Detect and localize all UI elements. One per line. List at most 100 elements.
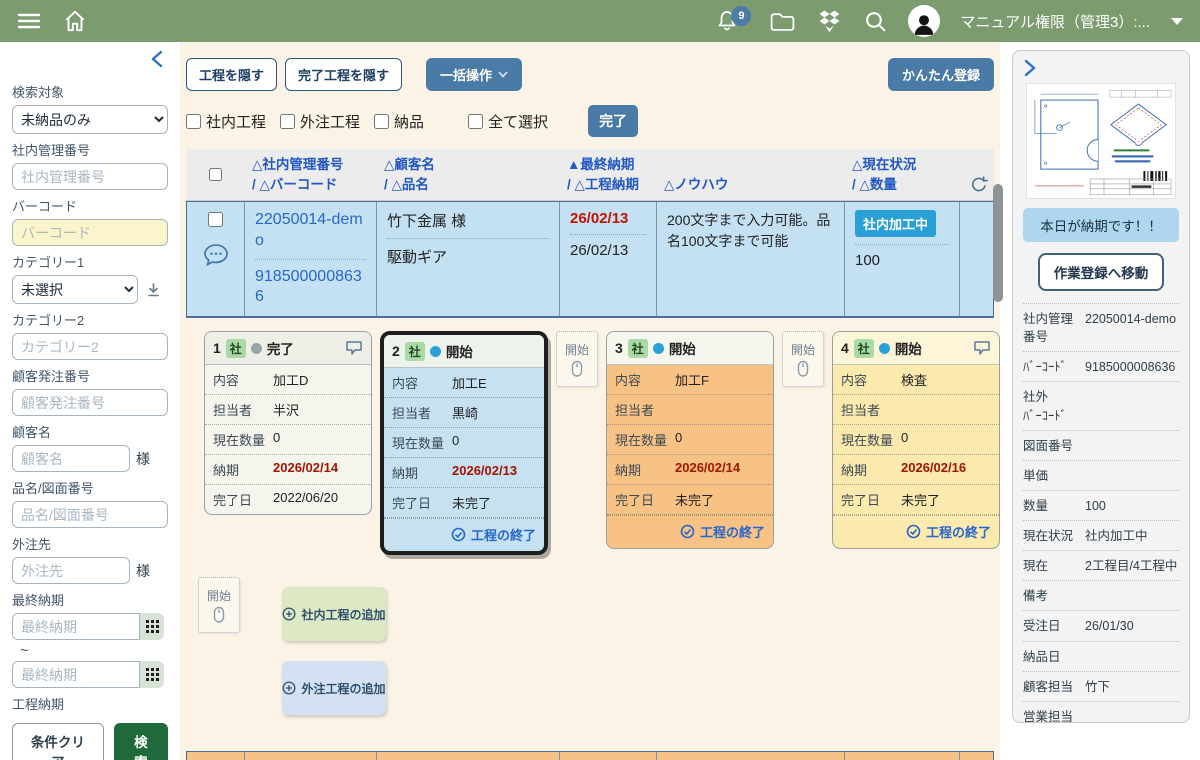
header-customer[interactable]: △顧客名 / △品名 bbox=[376, 154, 559, 194]
barcode-input[interactable] bbox=[12, 219, 168, 246]
folder-icon[interactable] bbox=[769, 9, 796, 33]
process-card-4[interactable]: 4 社 開始 内容検査 担当者 現在数量0 納期2026/02/16 完了 bbox=[832, 331, 1000, 549]
header-due[interactable]: ▲最終納期 / △工程納期 bbox=[559, 154, 656, 194]
select-all-label: 全て選択 bbox=[488, 111, 548, 132]
user-menu-caret-icon[interactable] bbox=[1170, 16, 1184, 26]
sort-final-due[interactable]: ▲最終納期 bbox=[567, 157, 648, 174]
start-drop-zone[interactable]: 開始 bbox=[198, 577, 240, 633]
detail-row: 図面番号 bbox=[1023, 431, 1179, 461]
final-due-to-input[interactable] bbox=[12, 661, 140, 688]
customer-name: 竹下金属 様 bbox=[387, 210, 549, 231]
panel-collapse-icon[interactable] bbox=[1023, 59, 1179, 77]
process-card-1[interactable]: 1 社 完了 内容加工D 担当者半沢 現在数量0 納期2026/02/14 bbox=[204, 331, 372, 515]
status-dot-icon bbox=[251, 343, 262, 354]
vertical-scrollbar-thumb[interactable] bbox=[993, 184, 1003, 302]
category2-input[interactable] bbox=[12, 333, 168, 360]
table-row[interactable]: 22050014-demo 9185000008636 竹下金属 様 駆動ギア … bbox=[186, 201, 994, 318]
checkbox-delivery[interactable]: 納品 bbox=[374, 111, 424, 132]
search-target-select[interactable]: 未納品のみ bbox=[12, 105, 168, 134]
item-name-input[interactable] bbox=[12, 501, 168, 528]
row-checkbox[interactable] bbox=[208, 212, 223, 227]
calendar-picker-button[interactable] bbox=[140, 661, 164, 688]
comment-bubble-icon[interactable] bbox=[973, 340, 991, 356]
due-label: 納期 bbox=[615, 460, 675, 479]
sort-customer[interactable]: △顧客名 bbox=[384, 157, 551, 174]
vendor-input[interactable] bbox=[12, 557, 130, 584]
notifications-bell-icon[interactable]: 9 bbox=[715, 9, 739, 33]
barcode-link[interactable]: 9185000008636 bbox=[255, 267, 366, 309]
internal-process-checkbox[interactable] bbox=[186, 114, 201, 129]
current-qty-value: 0 bbox=[273, 430, 363, 449]
header-status[interactable]: △現在状況 / △数量 bbox=[844, 154, 959, 194]
select-all-checkbox[interactable] bbox=[468, 114, 483, 129]
hamburger-menu-icon[interactable] bbox=[16, 10, 42, 32]
sidebar-collapse-icon[interactable] bbox=[150, 50, 164, 68]
final-due-label: 最終納期 bbox=[12, 590, 168, 609]
chat-bubble-icon[interactable] bbox=[203, 243, 229, 267]
move-to-work-register-button[interactable]: 作業登録へ移動 bbox=[1038, 253, 1165, 291]
hide-process-button[interactable]: 工程を隠す bbox=[186, 58, 277, 91]
process-card-2[interactable]: 2 社 開始 内容加工E 担当者黒崎 現在数量0 納期2026/02/13 完了… bbox=[380, 331, 548, 555]
clear-conditions-button[interactable]: 条件クリア bbox=[12, 723, 104, 760]
sort-qty[interactable]: / △数量 bbox=[852, 177, 951, 194]
bulk-action-button[interactable]: 一括操作 bbox=[426, 58, 522, 91]
knowhow-text bbox=[657, 752, 845, 760]
sort-status[interactable]: △現在状況 bbox=[852, 157, 951, 174]
delivery-checkbox[interactable] bbox=[374, 114, 389, 129]
internal-id-link[interactable]: 22050014-demo bbox=[255, 210, 366, 252]
checkbox-select-all[interactable]: 全て選択 bbox=[468, 111, 548, 132]
card-status: 完了 bbox=[267, 338, 294, 358]
search-icon[interactable] bbox=[863, 9, 888, 34]
content-value: 検査 bbox=[901, 370, 991, 389]
customer-name-input[interactable] bbox=[12, 445, 130, 472]
start-label: 開始 bbox=[207, 587, 231, 604]
current-qty-value: 0 bbox=[675, 430, 765, 449]
end-process-label: 工程の終了 bbox=[471, 525, 536, 544]
refresh-icon[interactable] bbox=[970, 176, 988, 194]
expand-categories-icon[interactable] bbox=[146, 282, 161, 298]
sort-item[interactable]: / △品名 bbox=[384, 177, 551, 194]
complete-button[interactable]: 完了 bbox=[588, 105, 638, 137]
checkbox-internal-process[interactable]: 社内工程 bbox=[186, 111, 266, 132]
start-drop-zone[interactable]: 開始 bbox=[556, 331, 598, 387]
assignee-label: 担当者 bbox=[615, 400, 675, 419]
comment-bubble-icon[interactable] bbox=[345, 340, 363, 356]
sort-knowhow[interactable]: △ノウハウ bbox=[664, 177, 836, 194]
header-select-all-checkbox[interactable] bbox=[209, 168, 222, 181]
internal-id-label: 社内管理番号 bbox=[12, 140, 168, 159]
home-icon[interactable] bbox=[62, 8, 88, 34]
sort-process-due[interactable]: / △工程納期 bbox=[567, 177, 648, 194]
dropbox-icon[interactable] bbox=[816, 9, 843, 34]
end-process-link[interactable]: 工程の終了 bbox=[833, 515, 999, 548]
done-date-label: 完了日 bbox=[213, 490, 273, 509]
search-button[interactable]: 検索 bbox=[114, 723, 168, 760]
process-due-date: 26/02/13 bbox=[570, 242, 646, 259]
card-number: 1 bbox=[213, 340, 221, 356]
calendar-picker-button[interactable] bbox=[140, 613, 164, 640]
internal-id-input[interactable] bbox=[12, 163, 168, 190]
table-row[interactable]: 22050021-demo タミヤ電機 様 成型品A 26/02/14 26/0… bbox=[186, 751, 994, 760]
end-process-link[interactable]: 工程の終了 bbox=[384, 518, 544, 551]
add-internal-process-button[interactable]: 社内工程の追加 bbox=[282, 587, 386, 641]
internal-type-badge: 社 bbox=[854, 339, 874, 358]
final-due-from-input[interactable] bbox=[12, 613, 140, 640]
sort-internal-id[interactable]: △社内管理番号 bbox=[252, 157, 368, 174]
drawing-thumbnail[interactable] bbox=[1026, 83, 1176, 199]
avatar[interactable] bbox=[908, 5, 940, 37]
external-process-checkbox[interactable] bbox=[280, 114, 295, 129]
header-knowhow[interactable]: △ノウハウ bbox=[656, 154, 844, 194]
checkbox-external-process[interactable]: 外注工程 bbox=[280, 111, 360, 132]
detail-row: 現在状況社内加工中 bbox=[1023, 521, 1179, 551]
category1-select[interactable]: 未選択 bbox=[12, 275, 138, 304]
easy-register-button[interactable]: かんたん登録 bbox=[888, 58, 994, 91]
hide-done-process-button[interactable]: 完了工程を隠す bbox=[285, 58, 402, 91]
customer-honorific: 様 bbox=[136, 449, 150, 469]
end-process-link[interactable]: 工程の終了 bbox=[607, 515, 773, 548]
process-card-3[interactable]: 3 社 開始 内容加工F 担当者 現在数量0 納期2026/02/14 完了日未… bbox=[606, 331, 774, 549]
add-external-process-button[interactable]: 外注工程の追加 bbox=[282, 661, 386, 715]
start-drop-zone[interactable]: 開始 bbox=[782, 331, 824, 387]
sort-barcode[interactable]: / △バーコード bbox=[252, 177, 368, 194]
header-internal-id[interactable]: △社内管理番号 / △バーコード bbox=[244, 154, 376, 194]
customer-order-input[interactable] bbox=[12, 389, 168, 416]
assignee-label: 担当者 bbox=[841, 400, 901, 419]
